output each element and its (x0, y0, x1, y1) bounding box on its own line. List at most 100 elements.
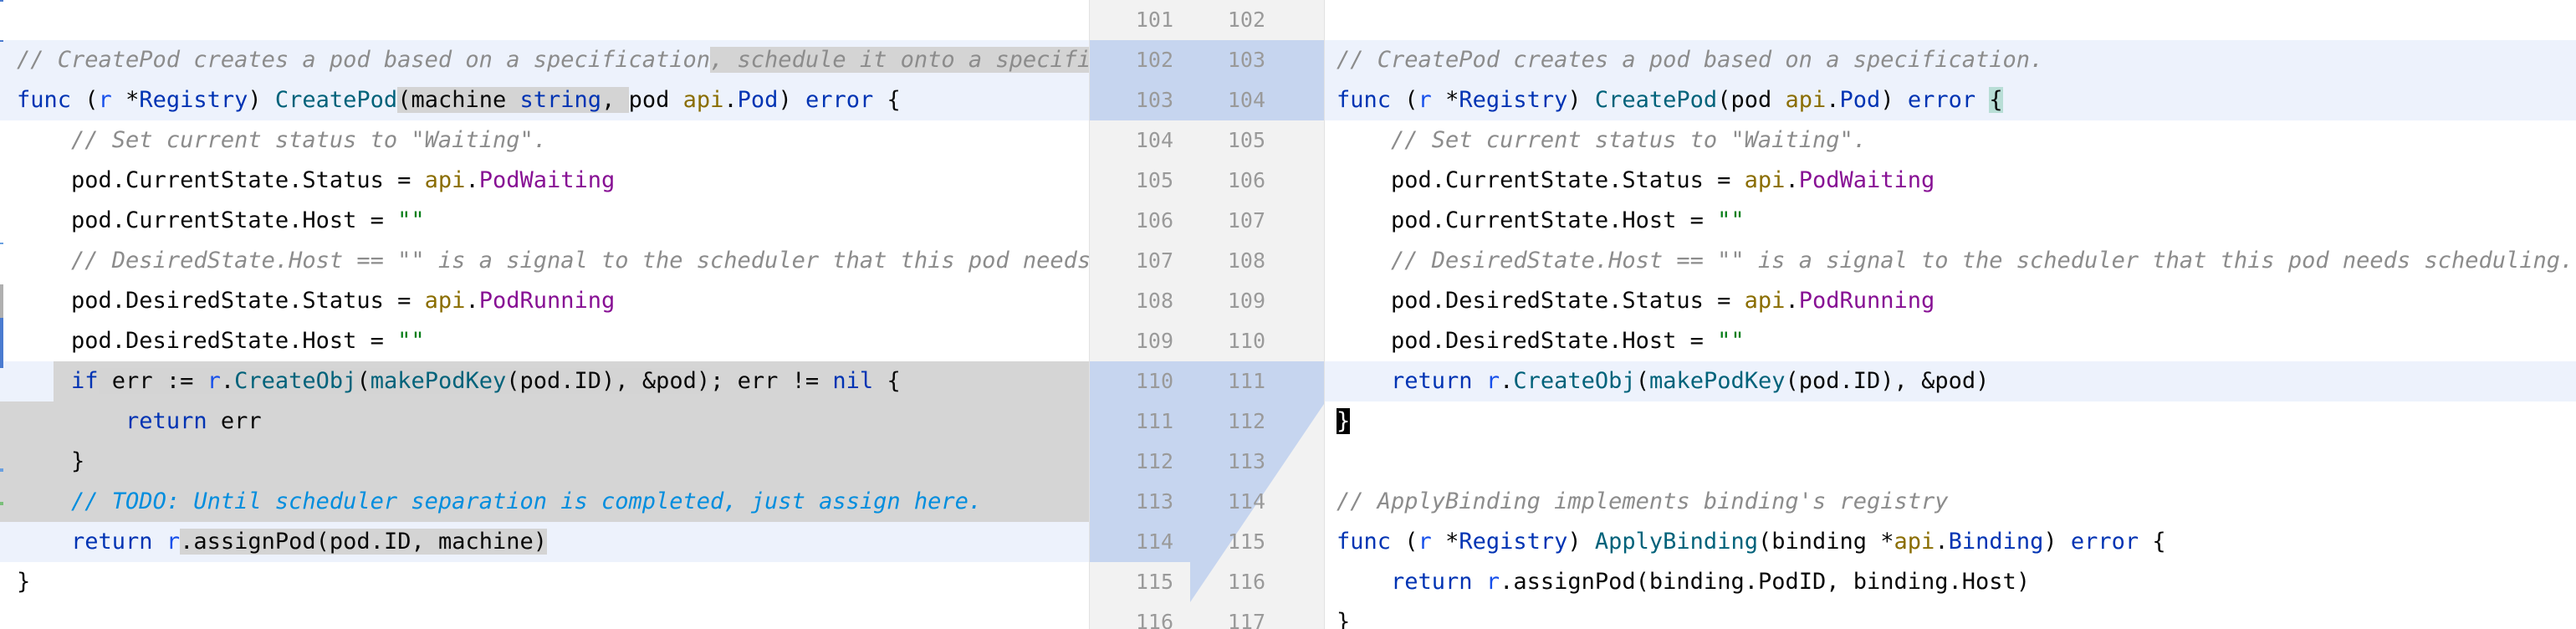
code-token: err (207, 408, 262, 434)
right-code-line[interactable] (1325, 442, 2576, 482)
left-line-number[interactable]: 107 (1123, 241, 1173, 281)
left-line-number[interactable]: 111 (1123, 401, 1173, 442)
right-line-number[interactable]: 113 (1215, 442, 1265, 482)
right-code-line[interactable]: // ApplyBinding implements binding's reg… (1325, 482, 2576, 522)
left-line-number[interactable]: 103 (1123, 80, 1173, 120)
code-token: . (1826, 87, 1840, 113)
code-token: api (1785, 87, 1827, 113)
right-line-number[interactable]: 106 (1215, 161, 1265, 201)
left-line-number[interactable]: 104 (1123, 120, 1173, 161)
right-line-number[interactable]: 111 (1215, 361, 1265, 401)
right-code-line[interactable]: } (1325, 401, 2576, 442)
code-token: (pod.ID), &pod) (1785, 368, 1990, 394)
right-code-text: func (r *Registry) ApplyBinding(binding … (1337, 522, 2166, 562)
right-editor-pane[interactable]: // CreatePod creates a pod based on a sp… (1325, 0, 2576, 629)
right-line-number[interactable]: 107 (1215, 201, 1265, 241)
right-line-number[interactable]: 103 (1215, 40, 1265, 80)
right-line-number[interactable]: 102 (1215, 0, 1265, 40)
right-line-number[interactable]: 115 (1215, 522, 1265, 562)
left-code-line[interactable]: } (0, 562, 1089, 602)
right-line-number[interactable]: 117 (1215, 602, 1265, 629)
right-code-line[interactable]: // CreatePod creates a pod based on a sp… (1325, 40, 2576, 80)
left-line-number[interactable]: 106 (1123, 201, 1173, 241)
left-code-line[interactable]: return err (0, 401, 1089, 442)
right-line-number[interactable]: 110 (1215, 321, 1265, 361)
right-line-number[interactable]: 104 (1215, 80, 1265, 120)
right-code-text: pod.CurrentState.Status = api.PodWaiting (1337, 161, 1935, 201)
change-marker (0, 468, 3, 472)
left-code-line[interactable]: func (r *Registry) CreatePod(machine str… (0, 80, 1089, 120)
right-code-text: // DesiredState.Host == "" is a signal t… (1337, 241, 2573, 281)
right-line-number[interactable]: 108 (1215, 241, 1265, 281)
right-code-line[interactable]: } (1325, 602, 2576, 629)
left-code-line[interactable]: // CreatePod creates a pod based on a sp… (0, 40, 1089, 80)
code-token: error (1907, 87, 1976, 113)
right-code-line[interactable]: // Set current status to "Waiting". (1325, 120, 2576, 161)
code-token: { (1989, 87, 2003, 113)
left-code-line[interactable]: pod.CurrentState.Host = "" (0, 201, 1089, 241)
left-code-line[interactable]: // Set current status to "Waiting". (0, 120, 1089, 161)
code-token: . (1785, 167, 1799, 193)
left-code-line[interactable]: return r.assignPod(pod.ID, machine) (0, 522, 1089, 562)
left-line-number[interactable]: 109 (1123, 321, 1173, 361)
code-token: r (1418, 529, 1432, 555)
right-code-line[interactable]: pod.DesiredState.Status = api.PodRunning (1325, 281, 2576, 321)
left-line-number[interactable]: 116 (1123, 602, 1173, 629)
left-code-line[interactable]: pod.CurrentState.Status = api.PodWaiting (0, 161, 1089, 201)
code-token: "" (1717, 207, 1745, 233)
right-line-number[interactable]: 112 (1215, 401, 1265, 442)
code-token: { (873, 368, 901, 394)
right-code-line[interactable]: func (r *Registry) ApplyBinding(binding … (1325, 522, 2576, 562)
change-marker (0, 0, 3, 2)
code-token: // ApplyBinding implements binding's reg… (1337, 488, 1949, 514)
right-line-number[interactable]: 116 (1215, 562, 1265, 602)
left-line-number[interactable]: 114 (1123, 522, 1173, 562)
right-code-line[interactable]: return r.assignPod(binding.PodID, bindin… (1325, 562, 2576, 602)
left-code-text: return r.assignPod(pod.ID, machine) (17, 522, 548, 562)
left-code-text: pod.CurrentState.Host = "" (17, 201, 425, 241)
code-token: } (1337, 609, 1351, 629)
code-token: (binding * (1757, 529, 1894, 555)
right-line-number[interactable]: 114 (1215, 482, 1265, 522)
right-code-line[interactable]: pod.DesiredState.Host = "" (1325, 321, 2576, 361)
code-token: func (17, 87, 72, 113)
left-code-line[interactable]: pod.DesiredState.Host = "" (0, 321, 1089, 361)
code-token: ) (1567, 529, 1595, 555)
code-token: pod.CurrentState.Status = (1337, 167, 1745, 193)
left-line-number[interactable]: 101 (1123, 0, 1173, 40)
left-code-line[interactable]: } (0, 442, 1089, 482)
code-token: . (465, 167, 479, 193)
right-code-line[interactable]: // DesiredState.Host == "" is a signal t… (1325, 241, 2576, 281)
right-code-line[interactable]: pod.CurrentState.Host = "" (1325, 201, 2576, 241)
right-line-number[interactable]: 105 (1215, 120, 1265, 161)
code-token: err := (98, 368, 207, 394)
left-line-number[interactable]: 113 (1123, 482, 1173, 522)
left-line-number[interactable]: 108 (1123, 281, 1173, 321)
code-token: (machine (397, 87, 520, 113)
right-code-line[interactable]: return r.CreateObj(makePodKey(pod.ID), &… (1325, 361, 2576, 401)
left-code-line[interactable]: // DesiredState.Host == "" is a signal t… (0, 241, 1089, 281)
left-code-line[interactable]: pod.DesiredState.Status = api.PodRunning (0, 281, 1089, 321)
right-code-line[interactable]: pod.CurrentState.Status = api.PodWaiting (1325, 161, 2576, 201)
left-line-number[interactable]: 102 (1123, 40, 1173, 80)
code-token: func (1337, 529, 1392, 555)
code-token: ( (1391, 87, 1418, 113)
left-line-number[interactable]: 115 (1123, 562, 1173, 602)
right-code-line[interactable]: func (r *Registry) CreatePod(pod api.Pod… (1325, 80, 2576, 120)
code-token: ) (248, 87, 275, 113)
left-line-number[interactable]: 105 (1123, 161, 1173, 201)
right-code-text: // ApplyBinding implements binding's reg… (1337, 482, 1949, 522)
left-line-number[interactable]: 110 (1123, 361, 1173, 401)
left-code-line[interactable]: if err := r.CreateObj(makePodKey(pod.ID)… (0, 361, 1089, 401)
right-line-number[interactable]: 109 (1215, 281, 1265, 321)
left-line-number[interactable]: 112 (1123, 442, 1173, 482)
left-editor-pane[interactable]: // CreatePod creates a pod based on a sp… (0, 0, 1089, 629)
left-code-line[interactable]: // TODO: Until scheduler separation is c… (0, 482, 1089, 522)
right-code-text: // Set current status to "Waiting". (1337, 120, 1867, 161)
code-token: . (1785, 288, 1799, 314)
